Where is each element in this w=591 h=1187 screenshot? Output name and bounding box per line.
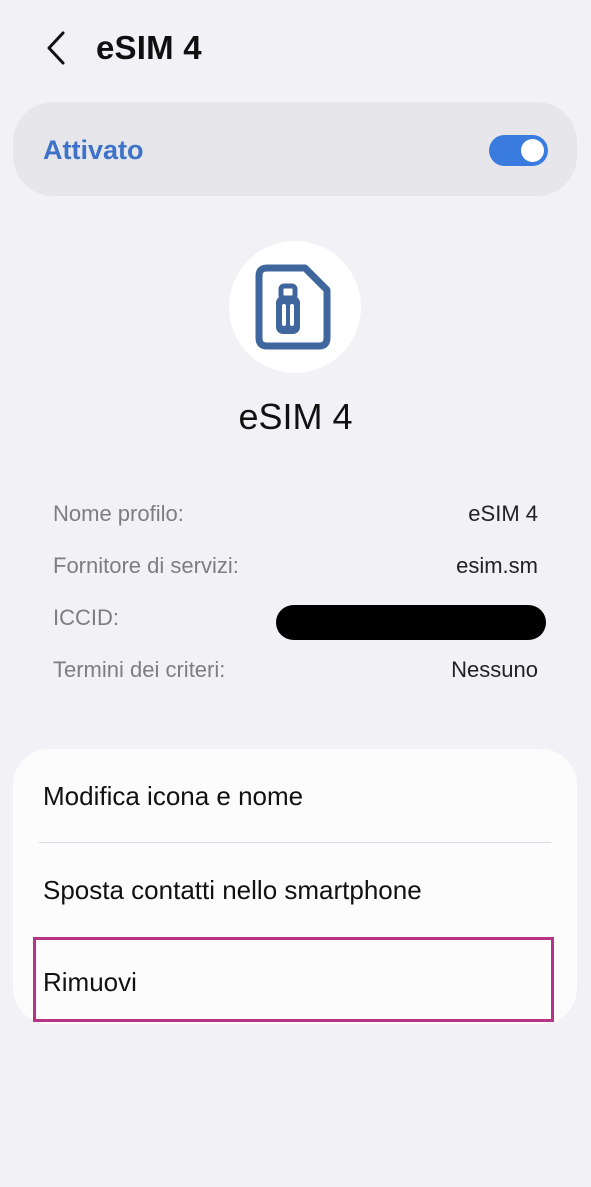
esim-luggage-icon [255, 264, 331, 350]
info-value: esim.sm [456, 553, 538, 578]
edit-icon-and-name-item[interactable]: Modifica icona e nome [13, 749, 577, 841]
info-label: Termini dei criteri: [53, 657, 226, 682]
activation-label: Attivato [43, 135, 144, 165]
remove-highlight-box [33, 937, 554, 1022]
info-row-service-provider: Fornitore di servizi: esim.sm [53, 549, 538, 601]
info-label: Fornitore di servizi: [53, 553, 239, 578]
info-row-iccid: ICCID: [53, 601, 546, 653]
action-label: Sposta contatti nello smartphone [43, 875, 422, 905]
profile-name: eSIM 4 [238, 396, 353, 437]
move-contacts-item[interactable]: Sposta contatti nello smartphone [13, 843, 577, 935]
top-app-bar: eSIM 4 [0, 0, 591, 100]
info-row-policy-terms: Termini dei criteri: Nessuno [53, 653, 538, 705]
info-label: ICCID: [53, 605, 119, 630]
info-label: Nome profilo: [53, 501, 184, 526]
iccid-redacted-value [276, 605, 546, 640]
info-value: Nessuno [451, 657, 538, 682]
activation-toggle[interactable] [489, 135, 548, 166]
back-button[interactable] [34, 26, 78, 70]
sim-avatar [229, 241, 361, 373]
back-chevron-icon [47, 31, 65, 65]
info-row-profile-name: Nome profilo: eSIM 4 [53, 497, 538, 549]
activation-card[interactable]: Attivato [13, 102, 577, 196]
info-value: eSIM 4 [468, 501, 538, 526]
action-label: Modifica icona e nome [43, 781, 304, 811]
profile-info-list: Nome profilo: eSIM 4 Fornitore di serviz… [53, 497, 546, 705]
toggle-knob [521, 139, 544, 162]
page-title: eSIM 4 [96, 29, 202, 66]
